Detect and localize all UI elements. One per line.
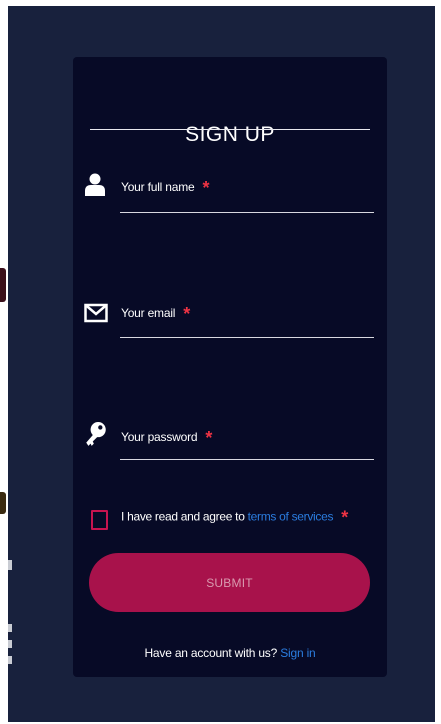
signup-card: SIGN UP Your full name* Your email* Yo [73,57,387,677]
terms-link[interactable]: terms of services [248,510,334,524]
title-divider [90,129,370,130]
signin-prompt: Have an account with us? Sign in [144,646,316,660]
edge-decoration [0,492,6,514]
required-mark: * [205,428,213,448]
terms-checkbox[interactable] [91,510,108,530]
key-icon [86,422,106,446]
edge-decoration [8,624,12,632]
password-field[interactable]: Your password * [83,416,375,466]
envelope-icon [84,303,108,323]
user-icon [85,173,105,196]
form-title: SIGN UP [185,123,275,146]
email-field[interactable]: Your email * [83,293,375,343]
edge-decoration [8,656,12,664]
password-underline [120,459,374,460]
edge-decoration [8,560,12,570]
full-name-label: Your full name * [121,178,210,198]
email-label: Your email * [121,304,191,324]
edge-decoration [0,268,6,302]
required-mark: * [202,178,210,198]
email-underline [120,337,374,338]
full-name-underline [120,212,374,213]
password-label: Your password * [121,428,213,448]
required-mark: * [183,304,191,324]
required-mark: * [341,507,348,528]
submit-button[interactable]: SUBMIT [89,553,370,612]
terms-text: I have read and agree to terms of servic… [121,507,348,528]
signin-link[interactable]: Sign in [280,646,315,660]
edge-decoration [8,640,12,648]
full-name-field[interactable]: Your full name * [83,168,375,218]
